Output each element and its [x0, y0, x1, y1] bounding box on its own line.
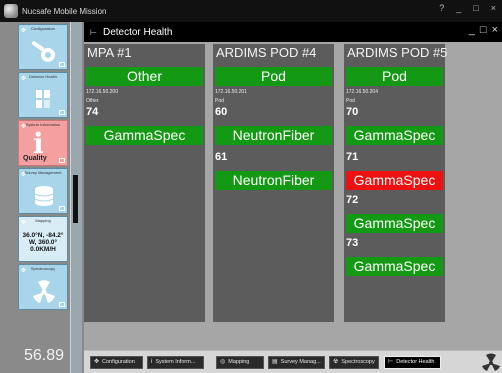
detector-name: ARDIMS POD #4 — [216, 45, 317, 60]
sidebar-tile-label: Survey Management — [24, 170, 62, 175]
sensor-id: 72 — [346, 194, 359, 206]
taskbar-survey-management[interactable]: ▤ Survey Manag... — [268, 356, 325, 369]
panel-title: Detector Health — [102, 26, 173, 38]
tile-popout-icon — [59, 62, 65, 67]
sensor-status[interactable]: GammaSpec — [346, 214, 443, 233]
detector-health-icon: ⊢ — [388, 359, 394, 365]
detector-health-panel: ⊢ Detector Health _ □ × MPA #1 Other 172… — [84, 22, 502, 350]
detector-ip: 172.16.50.204 — [346, 89, 378, 95]
tile-popout-icon — [59, 110, 65, 115]
gps-readout: 36.0°N, -84.2° W, 360.0° 0.0KM/H — [19, 232, 67, 253]
sidebar-tile-configuration[interactable]: ✥ Configuration — [18, 24, 68, 70]
tile-popout-icon — [59, 206, 65, 211]
maximize-button[interactable]: □ — [473, 3, 478, 13]
window-titlebar: Nucsafe Mobile Mission ? _ □ × — [0, 0, 502, 22]
mapping-icon: ◎ — [220, 359, 226, 365]
help-button[interactable]: ? — [439, 3, 444, 13]
close-button[interactable]: × — [491, 3, 496, 13]
tile-popout-icon — [59, 158, 65, 163]
sidebar-tile-system-information[interactable]: ✥ System Information i Quality — [18, 120, 68, 166]
sidebar: ✥ Configuration ✥ Detector Health ✥ Syst… — [16, 22, 70, 373]
sidebar-scroll-handle[interactable] — [73, 175, 78, 223]
taskbar-detector-health[interactable]: ⊢ Detector Health — [384, 356, 441, 369]
sidebar-tile-label: Spectroscopy — [30, 266, 56, 271]
taskbar-label: Spectroscopy — [341, 359, 375, 365]
quality-status: Quality — [23, 155, 47, 162]
taskbar-system-information[interactable]: i System Inform... — [147, 356, 204, 369]
panel-close-button[interactable]: × — [492, 24, 498, 36]
taskbar-label: Detector Health — [396, 359, 435, 365]
taskbar-label: System Inform... — [155, 359, 196, 365]
detector-card: MPA #1 Other 172.16.50.200 Other 74 Gamm… — [84, 44, 205, 322]
detector-card: ARDIMS POD #5 Pod 172.16.50.204 Pod 70 G… — [344, 44, 448, 322]
tile-popout-icon — [59, 302, 65, 307]
sensor-id: 60 — [215, 106, 228, 118]
gps-speed: 0.0KM/H — [30, 246, 56, 253]
detector-subtype: Other — [86, 98, 99, 104]
gps-latlon: 36.0°N, -84.2° — [22, 232, 64, 239]
sidebar-tile-detector-health[interactable]: ✥ Detector Health — [18, 72, 68, 118]
survey-icon: ▤ — [272, 359, 278, 365]
panel-minimize-button[interactable]: _ — [469, 24, 475, 36]
database-icon — [34, 186, 54, 206]
sensor-status-alarm[interactable]: GammaSpec — [346, 171, 443, 190]
sidebar-tile-survey-management[interactable]: ✥ Survey Management — [18, 168, 68, 214]
taskbar-label: Survey Manag... — [280, 359, 321, 365]
app-window: Nucsafe Mobile Mission ? _ □ × ✥ Configu… — [0, 0, 502, 373]
taskbar-configuration[interactable]: ✥ Configuration — [90, 356, 143, 369]
detector-type-badge[interactable]: Pod — [346, 67, 443, 86]
panel-maximize-button[interactable]: □ — [480, 24, 487, 36]
radiation-icon — [33, 280, 55, 303]
sensor-status[interactable]: GammaSpec — [86, 126, 203, 145]
taskbar-spectroscopy[interactable]: ☢ Spectroscopy — [329, 356, 379, 369]
sensor-status[interactable]: GammaSpec — [346, 126, 443, 145]
gps-heading: W, 360.0° — [28, 239, 58, 246]
detector-card: ARDIMS POD #4 Pod 172.16.50.201 Pod 60 N… — [213, 44, 334, 322]
spectroscopy-icon: ☢ — [333, 359, 339, 365]
sensor-status[interactable]: GammaSpec — [346, 257, 443, 276]
sensor-id: 70 — [346, 106, 359, 118]
panel-header: ⊢ Detector Health _ □ × — [84, 22, 502, 42]
radiation-logo-icon — [482, 353, 500, 371]
detector-health-icon: ⊢ — [90, 27, 97, 37]
sensor-status[interactable]: NeutronFiber — [215, 126, 332, 145]
detector-type-badge[interactable]: Other — [86, 67, 203, 86]
info-icon: i — [151, 359, 153, 365]
wrench-gear-icon — [31, 41, 55, 62]
detector-type-badge[interactable]: Pod — [215, 67, 332, 86]
sidebar-tile-spectroscopy[interactable]: ✥ Spectroscopy — [18, 264, 68, 310]
detector-name: MPA #1 — [87, 45, 132, 60]
sensor-id: 73 — [346, 237, 359, 249]
detector-ip: 172.16.50.200 — [86, 89, 118, 95]
window-controls: ? _ □ × — [439, 3, 496, 13]
configuration-icon: ✥ — [94, 359, 100, 365]
sensor-id: 71 — [346, 151, 359, 163]
taskbar: ✥ Configuration i System Inform... ◎ Map… — [84, 350, 502, 373]
detector-name: ARDIMS POD #5 — [347, 45, 448, 60]
taskbar-mapping[interactable]: ◎ Mapping — [216, 356, 264, 369]
sidebar-bottom-value: 56.89 — [24, 347, 65, 364]
sensor-status[interactable]: NeutronFiber — [215, 171, 332, 190]
panel-controls: _ □ × — [469, 24, 498, 36]
detector-health-icon — [36, 90, 50, 108]
detector-subtype: Pod — [346, 98, 355, 104]
sidebar-tile-mapping[interactable]: ✥ Mapping 36.0°N, -84.2° W, 360.0° 0.0KM… — [18, 216, 68, 262]
minimize-button[interactable]: _ — [456, 3, 461, 13]
taskbar-label: Mapping — [228, 359, 250, 365]
window-title: Nucsafe Mobile Mission — [22, 6, 107, 16]
sensor-id: 74 — [86, 106, 99, 118]
sidebar-tile-label: Mapping — [35, 218, 51, 223]
app-logo-icon — [4, 4, 18, 18]
sidebar-tile-label: Configuration — [31, 26, 55, 31]
taskbar-label: Configuration — [102, 359, 135, 365]
detector-subtype: Pod — [215, 98, 224, 104]
sidebar-tile-label: Detector Health — [29, 74, 57, 79]
sensor-id: 61 — [215, 151, 228, 163]
detector-ip: 172.16.50.201 — [215, 89, 247, 95]
